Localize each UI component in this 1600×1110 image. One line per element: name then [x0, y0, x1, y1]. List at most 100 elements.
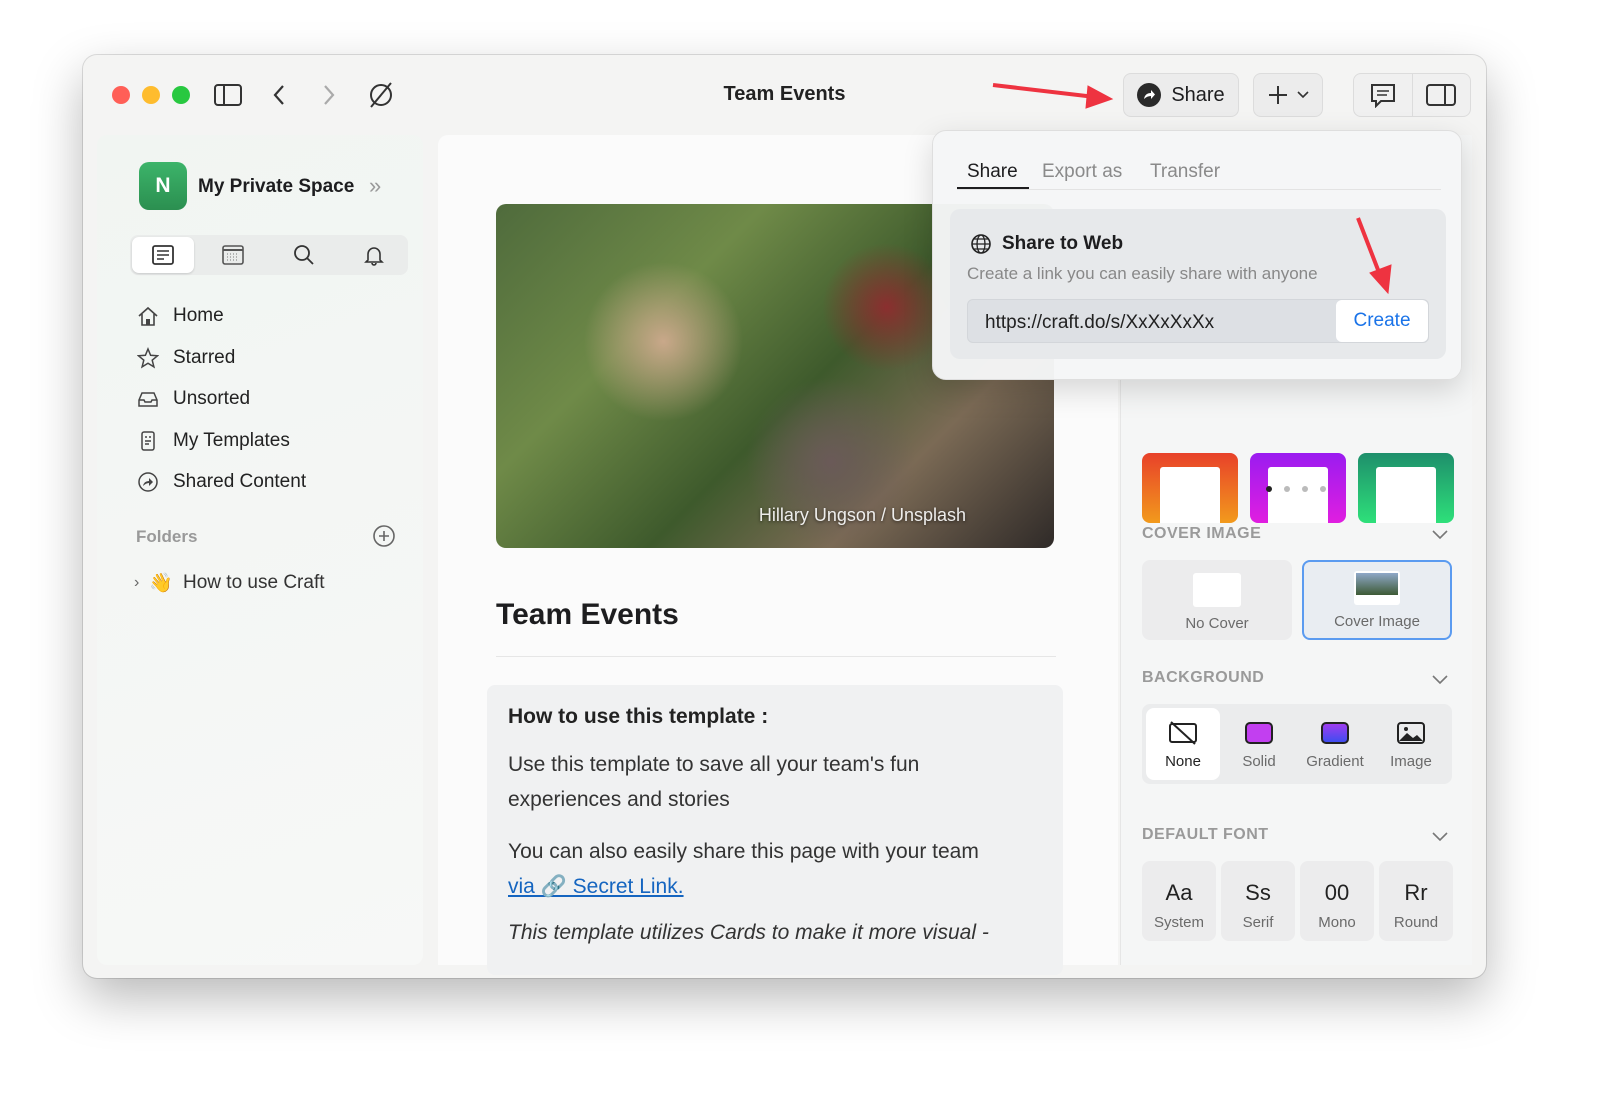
- default-font-label: DEFAULT FONT: [1142, 826, 1269, 843]
- sidebar-item-label: Starred: [173, 346, 236, 368]
- page-dot[interactable]: [1302, 486, 1308, 492]
- sidebar-item-label: Home: [173, 305, 224, 326]
- app-window: Team Events Share N My Private Space » H…: [83, 55, 1486, 978]
- share-label: Share: [1171, 83, 1225, 106]
- font-glyph: 00: [1324, 880, 1350, 905]
- sidebar-item-shared-content[interactable]: Shared Content: [137, 471, 306, 493]
- share-url-field[interactable]: https://craft.do/s/XxXxXxXx Create: [967, 299, 1429, 343]
- cover-option-cover-image[interactable]: Cover Image: [1302, 560, 1452, 640]
- tab-export-as[interactable]: Export as: [1042, 161, 1122, 183]
- pagination-dots: [1266, 486, 1326, 492]
- add-button[interactable]: [1253, 73, 1323, 117]
- sidebar: N My Private Space » Home Starred Unsorted…: [97, 135, 423, 965]
- cover-image-label: COVER IMAGE: [1142, 525, 1262, 542]
- font-label: Serif: [1242, 914, 1274, 931]
- share-icon: [1137, 83, 1162, 107]
- chevron-right-icon[interactable]: ›: [134, 574, 139, 592]
- page-dot[interactable]: [1266, 486, 1272, 492]
- sidebar-toggle-icon[interactable]: [214, 83, 242, 107]
- add-folder-icon[interactable]: [372, 524, 396, 553]
- folder-label: How to use Craft: [183, 572, 325, 593]
- shared-icon: [137, 471, 159, 493]
- chevron-down-icon: [1297, 91, 1309, 99]
- notifications-tab[interactable]: [343, 237, 405, 273]
- space-name[interactable]: My Private Space: [198, 176, 354, 198]
- documents-tab[interactable]: [132, 237, 194, 273]
- share-to-web-section: Share to Web Create a link you can easil…: [950, 209, 1446, 359]
- tab-divider: [957, 189, 1441, 190]
- option-label: Cover Image: [1334, 613, 1420, 630]
- chevron-down-icon[interactable]: [1432, 829, 1448, 847]
- chevron-down-icon[interactable]: [1432, 527, 1448, 545]
- template-card[interactable]: How to use this template : Use this temp…: [487, 685, 1063, 975]
- search-icon: [294, 245, 314, 265]
- create-link-button[interactable]: Create: [1336, 300, 1428, 342]
- sidebar-item-home[interactable]: Home: [137, 305, 224, 327]
- sync-off-icon[interactable]: [367, 81, 395, 109]
- font-option-system[interactable]: Aa System: [1142, 861, 1216, 941]
- search-tab[interactable]: [273, 237, 335, 273]
- tab-transfer[interactable]: Transfer: [1150, 161, 1220, 183]
- font-option-mono[interactable]: 00 Mono: [1300, 861, 1374, 941]
- star-icon: [137, 346, 159, 369]
- folder-item[interactable]: › 👋 How to use Craft: [134, 571, 325, 595]
- card-paragraph: Use this template to save all your team'…: [508, 753, 920, 811]
- page-title[interactable]: Team Events: [496, 598, 679, 632]
- expand-icon[interactable]: »: [369, 173, 381, 199]
- image-icon: [1397, 722, 1425, 744]
- plus-icon: [1267, 84, 1289, 106]
- space-avatar[interactable]: N: [139, 162, 187, 210]
- share-popover: Share Export as Transfer Share to Web Cr…: [932, 130, 1462, 380]
- share-text: You can also easily share this page with…: [508, 840, 979, 863]
- bell-icon: [364, 247, 384, 266]
- folder-emoji: 👋: [149, 573, 173, 594]
- font-glyph: Aa: [1165, 880, 1193, 905]
- card-paragraph: You can also easily share this page with…: [508, 834, 1048, 904]
- sidebar-item-unsorted[interactable]: Unsorted: [137, 388, 250, 410]
- share-to-web-heading: Share to Web: [1002, 233, 1124, 254]
- share-button[interactable]: Share: [1123, 73, 1239, 117]
- font-option-round[interactable]: Rr Round: [1379, 861, 1453, 941]
- chevron-down-icon[interactable]: [1432, 672, 1448, 690]
- folders-label: Folders: [136, 527, 198, 546]
- background-gradient[interactable]: Gradient: [1298, 708, 1372, 780]
- tab-share[interactable]: Share: [967, 161, 1018, 183]
- inspector-icon[interactable]: [1412, 83, 1470, 107]
- minimize-window-button[interactable]: [142, 86, 160, 104]
- background-solid[interactable]: Solid: [1222, 708, 1296, 780]
- background-image[interactable]: Image: [1374, 708, 1448, 780]
- comment-icon[interactable]: [1354, 82, 1412, 108]
- font-glyph: Ss: [1245, 880, 1271, 905]
- theme-option[interactable]: [1358, 453, 1454, 523]
- font-label: Round: [1393, 914, 1439, 931]
- sidebar-item-label: Unsorted: [173, 388, 251, 409]
- forward-icon[interactable]: [321, 83, 337, 107]
- share-url: https://craft.do/s/XxXxXxXx: [985, 312, 1215, 333]
- theme-option[interactable]: [1142, 453, 1238, 523]
- background-options: None Solid Gradient Image: [1142, 704, 1452, 784]
- zoom-window-button[interactable]: [172, 86, 190, 104]
- background-label: BACKGROUND: [1142, 669, 1265, 686]
- page-dot[interactable]: [1320, 486, 1326, 492]
- calendar-icon: [222, 245, 244, 265]
- gradient-icon: [1321, 722, 1349, 744]
- sidebar-item-label: Shared Content: [173, 471, 307, 492]
- card-paragraph: This template utilizes Cards to make it …: [508, 921, 989, 944]
- title-divider: [496, 656, 1056, 657]
- sidebar-item-starred[interactable]: Starred: [137, 347, 235, 369]
- sidebar-item-my-templates[interactable]: My Templates: [137, 430, 290, 452]
- font-label: System: [1153, 914, 1204, 931]
- view-toggle-group: [1353, 73, 1471, 117]
- cover-option-no-cover[interactable]: No Cover: [1142, 560, 1292, 640]
- inbox-icon: [137, 388, 159, 410]
- solid-color-icon: [1245, 722, 1273, 744]
- globe-icon: [971, 234, 991, 259]
- secret-link[interactable]: via 🔗 Secret Link.: [508, 875, 684, 898]
- calendar-tab[interactable]: [202, 237, 264, 273]
- background-none[interactable]: None: [1146, 708, 1220, 780]
- page-dot[interactable]: [1284, 486, 1290, 492]
- option-label: No Cover: [1185, 615, 1249, 632]
- font-option-serif[interactable]: Ss Serif: [1221, 861, 1295, 941]
- close-window-button[interactable]: [112, 86, 130, 104]
- back-icon[interactable]: [271, 83, 287, 107]
